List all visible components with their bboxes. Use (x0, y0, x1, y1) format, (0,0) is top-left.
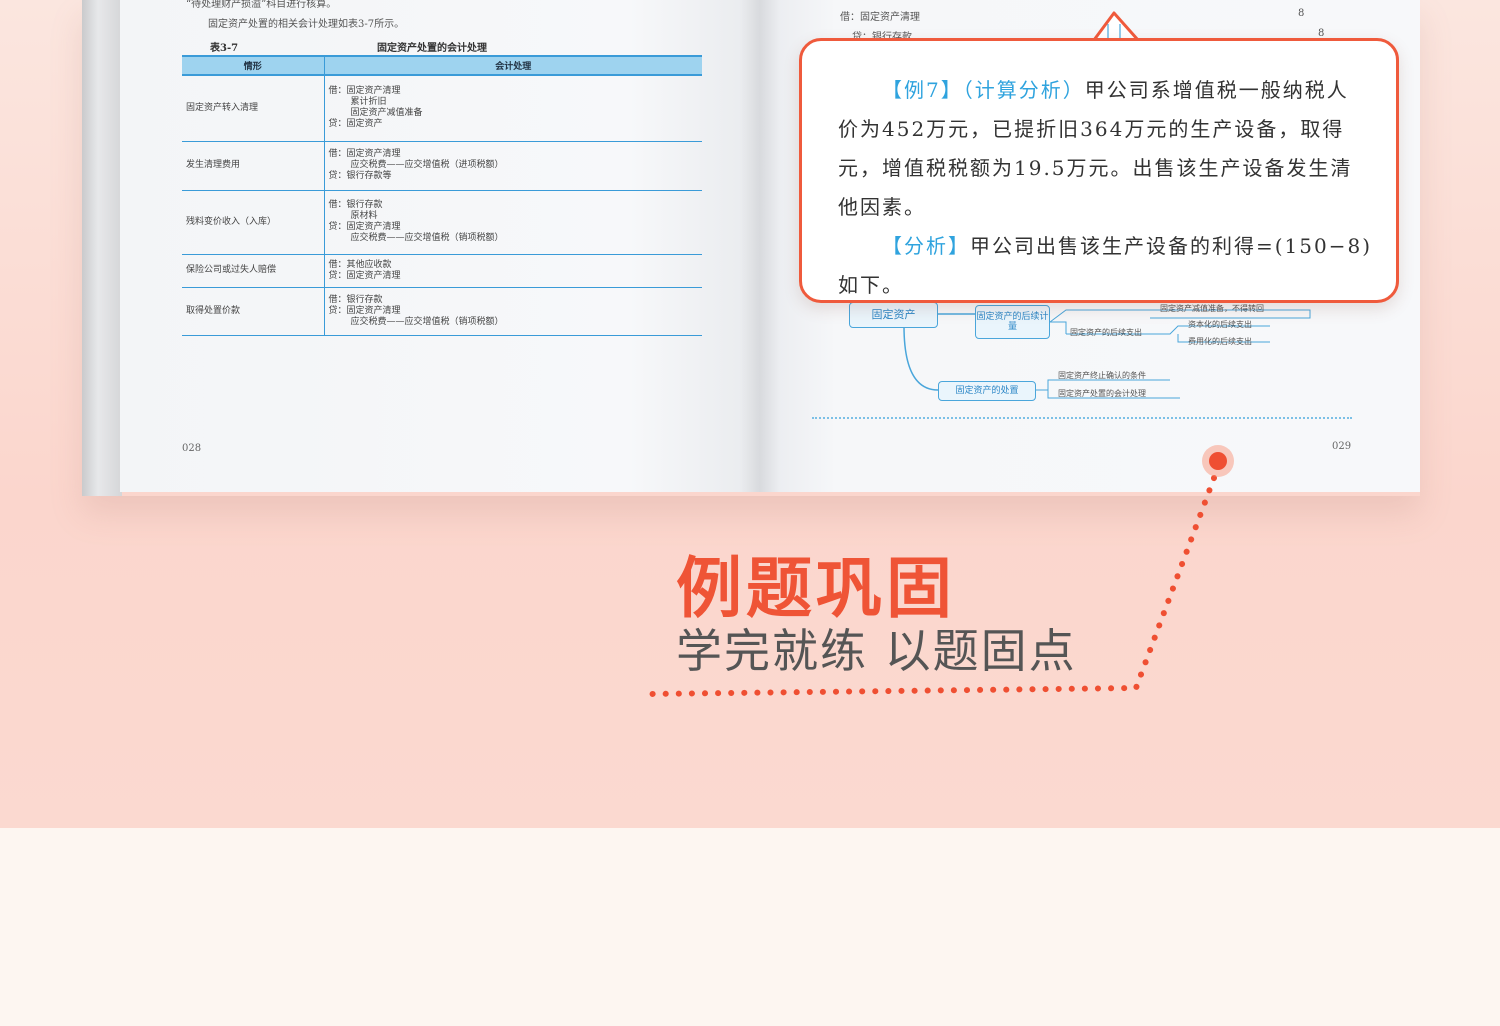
anchor-dot-icon (1202, 445, 1234, 477)
dotted-connector (645, 475, 1217, 697)
subheadline: 学完就练 以题固点 (676, 624, 1077, 678)
